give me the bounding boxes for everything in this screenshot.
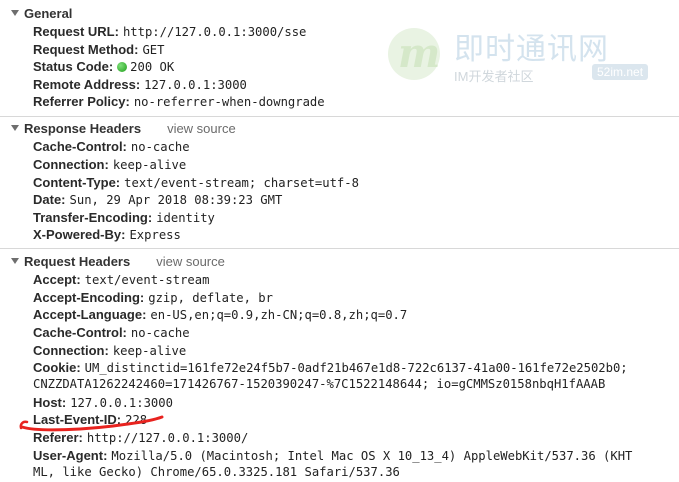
response-view-source-link[interactable]: view source [167,121,236,136]
request-row-accept: Accept: text/event-stream [33,272,210,287]
watermark-title: 即时通讯网 [454,33,609,66]
general-row-remote-address: Remote Address: 127.0.0.1:3000 [33,77,247,92]
general-section: General [0,4,679,22]
request-row-accept-encoding: Accept-Encoding: gzip, deflate, br [33,290,273,305]
response-headers-header[interactable]: Response Headers view source [0,119,679,137]
response-row-transfer-encoding: Transfer-Encoding: identity [33,210,215,225]
general-row-request-method: Request Method: GET [33,42,165,57]
request-row-connection: Connection: keep-alive [33,343,187,358]
request-headers-title: Request Headers [24,253,131,269]
request-row-accept-language: Accept-Language: en-US,en;q=0.9,zh-CN;q=0… [33,307,408,322]
response-row-x-powered-by: X-Powered-By: Express [33,227,181,242]
response-headers-title: Response Headers [24,120,142,136]
watermark: m 即时通讯网 IM开发者社区 52im.net [388,24,678,94]
response-headers-section: Response Headers view source [0,119,679,137]
request-row-user-agent-continued: ML, like Gecko) Chrome/65.0.3325.181 Saf… [33,465,400,479]
request-view-source-link[interactable]: view source [156,254,225,269]
general-title: General [24,5,73,21]
request-headers-section: Request Headers view source [0,252,679,270]
response-row-connection: Connection: keep-alive [33,157,187,172]
request-headers-header[interactable]: Request Headers view source [0,252,679,270]
expand-triangle-icon[interactable] [11,258,19,264]
watermark-logo: m [388,28,440,80]
red-underline-annotation [19,415,164,432]
response-row-content-type: Content-Type: text/event-stream; charset=… [33,175,359,190]
expand-triangle-icon[interactable] [11,125,19,131]
request-row-cache-control: Cache-Control: no-cache [33,325,190,340]
response-row-date: Date: Sun, 29 Apr 2018 08:39:23 GMT [33,192,283,207]
watermark-site: 52im.net [592,64,649,80]
divider [0,116,679,117]
response-row-cache-control: Cache-Control: no-cache [33,139,190,154]
request-row-cookie: Cookie: UM_distinctid=161fe72e24f5b7-0adf… [33,360,628,375]
status-ok-icon [117,62,128,72]
expand-triangle-icon[interactable] [11,10,19,16]
general-row-referrer-policy: Referrer Policy: no-referrer-when-downgra… [33,94,325,109]
watermark-logo-letter: m [398,30,441,77]
divider [0,248,679,249]
request-row-cookie-continued: CNZZDATA1262242460=171426767-1520390247-… [33,377,606,391]
watermark-subtitle: IM开发者社区 [454,69,534,84]
general-row-status-code: Status Code: 200 OK [33,59,175,74]
general-header[interactable]: General [0,4,679,22]
request-row-user-agent: User-Agent: Mozilla/5.0 (Macintosh; Intel… [33,448,633,463]
general-row-request-url: Request URL: http://127.0.0.1:3000/sse [33,24,307,39]
